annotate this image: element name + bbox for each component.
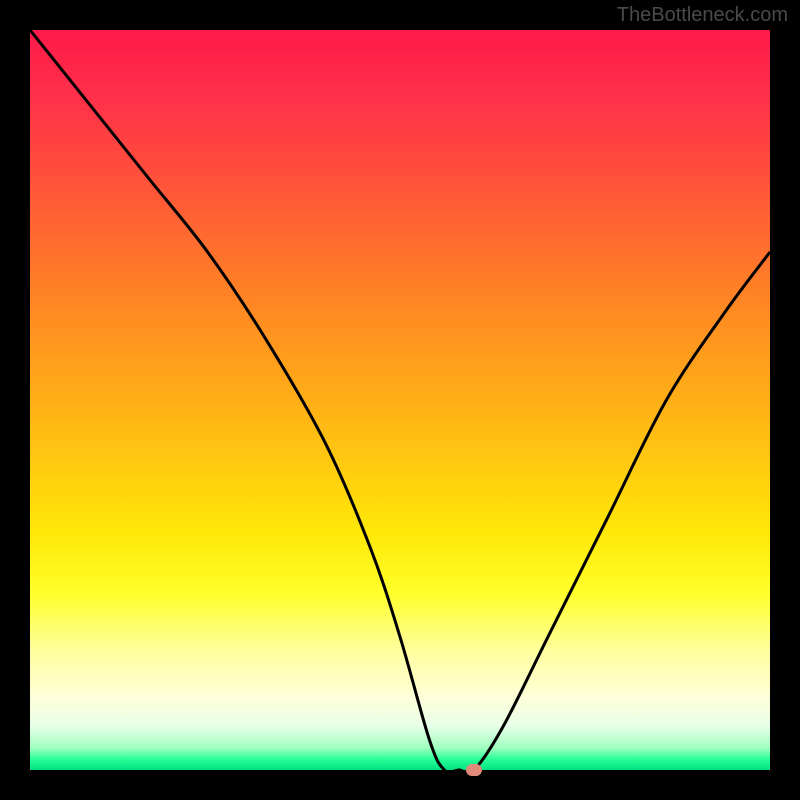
- minimum-marker: [466, 764, 482, 776]
- bottleneck-curve: [30, 30, 770, 770]
- plot-area: [30, 30, 770, 770]
- watermark-text: TheBottleneck.com: [617, 4, 788, 27]
- curve-svg: [30, 30, 770, 770]
